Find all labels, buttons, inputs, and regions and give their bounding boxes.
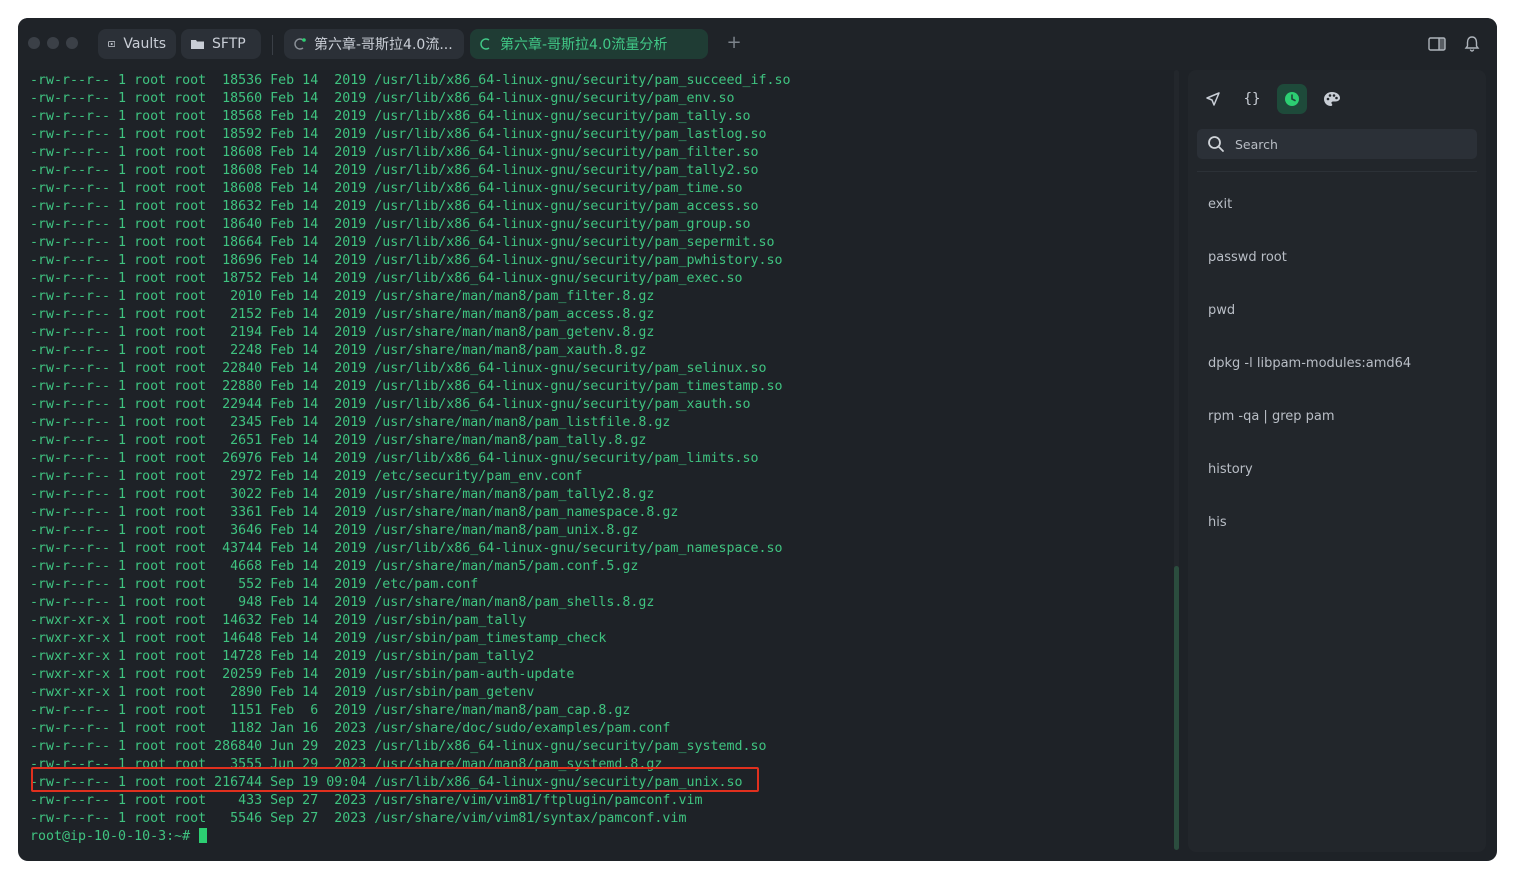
terminal-line: -rw-r--r-- 1 root root 2194 Feb 14 2019 … [30, 325, 655, 340]
search-icon [1208, 136, 1224, 152]
terminal-line: -rw-r--r-- 1 root root 2248 Feb 14 2019 … [30, 343, 647, 358]
terminal-line: -rw-r--r-- 1 root root 18536 Feb 14 2019… [30, 73, 791, 88]
new-tab-button[interactable]: + [724, 33, 744, 53]
tab-session-1[interactable]: 第六章-哥斯拉4.0流... [284, 29, 464, 59]
braces-icon: {} [1243, 91, 1261, 107]
history-item[interactable]: his [1208, 513, 1227, 533]
history-item[interactable]: passwd root [1208, 248, 1287, 268]
sftp-label: SFTP [212, 36, 246, 52]
vaults-button[interactable]: Vaults [98, 29, 176, 59]
terminal-line: -rw-r--r-- 1 root root 286840 Jun 29 202… [30, 739, 767, 754]
side-panel: {} exit passwd root [1188, 70, 1486, 852]
terminal-line: -rw-r--r-- 1 root root 1182 Jan 16 2023 … [30, 721, 671, 736]
terminal-line: -rw-r--r-- 1 root root 2972 Feb 14 2019 … [30, 469, 583, 484]
terminal-tab-icon [294, 38, 306, 50]
terminal-line: -rw-r--r-- 1 root root 22840 Feb 14 2019… [30, 361, 767, 376]
terminal-line: -rw-r--r-- 1 root root 22880 Feb 14 2019… [30, 379, 783, 394]
terminal-line: -rw-r--r-- 1 root root 18608 Feb 14 2019… [30, 181, 743, 196]
terminal-line: -rw-r--r-- 1 root root 5546 Sep 27 2023 … [30, 811, 687, 826]
terminal-line: -rw-r--r-- 1 root root 18752 Feb 14 2019… [30, 271, 743, 286]
terminal-line: -rw-r--r-- 1 root root 948 Feb 14 2019 /… [30, 595, 655, 610]
terminal-line: -rw-r--r-- 1 root root 22944 Feb 14 2019… [30, 397, 751, 412]
palette-icon [1324, 92, 1340, 106]
tab-label: 第六章-哥斯拉4.0流... [314, 37, 453, 53]
titlebar-divider [272, 35, 273, 55]
terminal-line: -rw-r--r-- 1 root root 18568 Feb 14 2019… [30, 109, 751, 124]
search-input[interactable] [1233, 135, 1457, 153]
terminal-line: -rw-r--r-- 1 root root 2651 Feb 14 2019 … [30, 433, 647, 448]
code-button[interactable]: {} [1237, 84, 1267, 114]
terminal-line: -rw-r--r-- 1 root root 2345 Feb 14 2019 … [30, 415, 671, 430]
terminal-line: -rw-r--r-- 1 root root 18664 Feb 14 2019… [30, 235, 775, 250]
history-item[interactable]: dpkg -l libpam-modules:amd64 [1208, 354, 1411, 374]
bell-icon[interactable] [1463, 35, 1481, 53]
terminal-line: -rw-r--r-- 1 root root 2152 Feb 14 2019 … [30, 307, 655, 322]
title-bar: Vaults SFTP 第六章-哥斯拉4.0流... 第六章-哥斯拉4.0流量分… [18, 18, 1497, 70]
snippets-button[interactable] [1198, 84, 1228, 114]
terminal-line: -rwxr-xr-x 1 root root 20259 Feb 14 2019… [30, 667, 575, 682]
shell-prompt-line[interactable]: root@ip-10-0-10-3:~# [30, 828, 1170, 846]
clock-icon [1285, 92, 1299, 106]
terminal-cursor [199, 828, 208, 843]
terminal-tab-icon [480, 38, 490, 50]
terminal-line: -rwxr-xr-x 1 root root 2890 Feb 14 2019 … [30, 685, 535, 700]
terminal-line: -rw-r--r-- 1 root root 18608 Feb 14 2019… [30, 145, 759, 160]
terminal-line: -rw-r--r-- 1 root root 26976 Feb 14 2019… [30, 451, 759, 466]
highlight-annotation-box [31, 767, 759, 792]
terminal-line: -rw-r--r-- 1 root root 433 Sep 27 2023 /… [30, 793, 703, 808]
terminal-line: -rw-r--r-- 1 root root 43744 Feb 14 2019… [30, 541, 783, 556]
history-item[interactable]: exit [1208, 195, 1232, 215]
tab-label: 第六章-哥斯拉4.0流量分析 [500, 37, 668, 53]
terminal-line: -rw-r--r-- 1 root root 18696 Feb 14 2019… [30, 253, 783, 268]
vaults-label: Vaults [123, 36, 166, 52]
terminal-line: -rw-r--r-- 1 root root 4668 Feb 14 2019 … [30, 559, 639, 574]
terminal-line: -rw-r--r-- 1 root root 18608 Feb 14 2019… [30, 163, 759, 178]
terminal-line: -rw-r--r-- 1 root root 3361 Feb 14 2019 … [30, 505, 679, 520]
history-item[interactable]: rpm -qa | grep pam [1208, 407, 1335, 427]
sftp-button[interactable]: SFTP [181, 29, 261, 59]
theme-button[interactable] [1317, 84, 1347, 114]
terminal-line: -rw-r--r-- 1 root root 18560 Feb 14 2019… [30, 91, 735, 106]
history-button[interactable] [1277, 84, 1307, 114]
history-search[interactable] [1197, 129, 1477, 159]
tab-session-2-active[interactable]: 第六章-哥斯拉4.0流量分析 [470, 29, 708, 59]
terminal-line: -rwxr-xr-x 1 root root 14648 Feb 14 2019… [30, 631, 607, 646]
history-item[interactable]: history [1208, 460, 1253, 480]
toggle-panel-icon[interactable] [1428, 35, 1446, 53]
terminal-line: -rw-r--r-- 1 root root 3022 Feb 14 2019 … [30, 487, 655, 502]
zoom-window-button[interactable] [66, 37, 78, 49]
terminal-line: -rw-r--r-- 1 root root 2010 Feb 14 2019 … [30, 289, 655, 304]
terminal-line: -rwxr-xr-x 1 root root 14728 Feb 14 2019… [30, 649, 535, 664]
folder-icon [191, 40, 204, 49]
terminal-line: -rw-r--r-- 1 root root 3646 Feb 14 2019 … [30, 523, 639, 538]
close-window-button[interactable] [28, 37, 40, 49]
minimize-window-button[interactable] [47, 37, 59, 49]
rocket-icon [1206, 92, 1220, 106]
terminal-line: -rw-r--r-- 1 root root 552 Feb 14 2019 /… [30, 577, 479, 592]
terminal-line: -rw-r--r-- 1 root root 18632 Feb 14 2019… [30, 199, 759, 214]
shell-prompt: root@ip-10-0-10-3:~# [30, 829, 199, 844]
terminal-line: -rw-r--r-- 1 root root 18640 Feb 14 2019… [30, 217, 751, 232]
vault-icon [108, 40, 116, 48]
terminal-line: -rw-r--r-- 1 root root 1151 Feb 6 2019 /… [30, 703, 631, 718]
terminal-line: -rwxr-xr-x 1 root root 14632 Feb 14 2019… [30, 613, 527, 628]
terminal-output[interactable]: -rw-r--r-- 1 root root 18536 Feb 14 2019… [30, 70, 1170, 850]
history-item[interactable]: pwd [1208, 301, 1235, 321]
terminal-scrollbar-thumb[interactable] [1174, 566, 1179, 850]
terminal-line: -rw-r--r-- 1 root root 18592 Feb 14 2019… [30, 127, 767, 142]
terminal-window: Vaults SFTP 第六章-哥斯拉4.0流... 第六章-哥斯拉4.0流量分… [18, 18, 1497, 861]
panel-divider [1197, 171, 1477, 172]
